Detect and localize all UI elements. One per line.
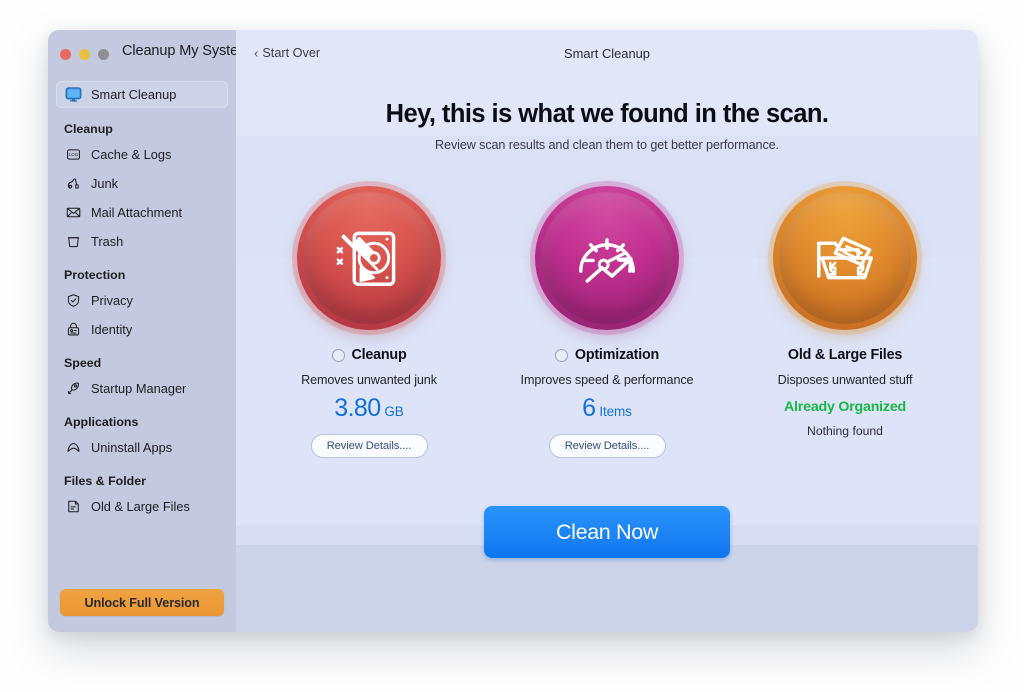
sidebar-item-label: Cache & Logs <box>91 147 172 162</box>
unlock-full-version-button[interactable]: Unlock Full Version <box>60 589 224 616</box>
card-optimization: Optimization Improves speed & performanc… <box>488 186 726 458</box>
trash-icon <box>64 232 83 251</box>
cleanup-metric-unit: GB <box>384 404 404 419</box>
main-content: ‹ Start Over Smart Cleanup Hey, this is … <box>236 30 978 632</box>
sidebar-group-title-speed: Speed <box>64 356 102 370</box>
sidebar-item-uninstall-apps[interactable]: Uninstall Apps <box>56 434 228 461</box>
zoom-button[interactable] <box>98 49 109 60</box>
log-file-icon: LOG <box>64 145 83 164</box>
clean-now-button[interactable]: Clean Now <box>484 506 730 558</box>
sidebar-item-startup-manager[interactable]: Startup Manager <box>56 375 228 402</box>
page-title: Smart Cleanup <box>564 45 650 61</box>
cleanup-title: Cleanup <box>351 347 407 363</box>
id-lock-icon <box>64 320 83 339</box>
sidebar-item-label: Junk <box>91 176 119 191</box>
old-large-files-status-detail: Nothing found <box>807 424 883 438</box>
cleanup-description: Removes unwanted junk <box>301 373 437 387</box>
sidebar-group-title-cleanup: Cleanup <box>64 122 113 136</box>
disk-broom-icon <box>328 217 410 299</box>
document-icon <box>64 497 83 516</box>
cleanup-review-details-button[interactable]: Review Details.... <box>310 434 428 458</box>
result-cards: Cleanup Removes unwanted junk 3.80 GB Re… <box>236 186 978 458</box>
optimization-description: Improves speed & performance <box>520 373 694 387</box>
sidebar-item-identity[interactable]: Identity <box>56 316 228 343</box>
sidebar-item-label: Smart Cleanup <box>91 87 177 102</box>
optimization-checkbox[interactable] <box>554 348 568 362</box>
cleanup-metric: 3.80 GB <box>334 394 404 422</box>
sidebar-item-label: Old & Large Files <box>91 499 190 514</box>
sidebar: Cleanup My System Smart Cleanup Cleanup … <box>48 30 250 632</box>
sidebar-item-mail-attachment[interactable]: Mail Attachment <box>56 199 228 226</box>
optimization-metric: 6 Items <box>582 396 632 421</box>
card-cleanup: Cleanup Removes unwanted junk 3.80 GB Re… <box>250 186 488 458</box>
sidebar-group-title-protection: Protection <box>64 268 126 282</box>
screenshot-root: Cleanup My System Smart Cleanup Cleanup … <box>0 0 1024 692</box>
optimization-review-details-button[interactable]: Review Details.... <box>548 434 666 458</box>
optimization-metric-value: 6 <box>582 394 596 422</box>
sidebar-item-label: Trash <box>91 234 124 249</box>
sidebar-item-cache-and-logs[interactable]: LOG Cache & Logs <box>56 141 228 168</box>
chevron-up-outline-icon <box>64 438 83 457</box>
old-large-files-status-badge: Already Organized <box>784 399 906 415</box>
subheadline: Review scan results and clean them to ge… <box>435 138 779 152</box>
sidebar-item-label: Identity <box>91 322 133 337</box>
start-over-label: Start Over <box>262 46 321 60</box>
sidebar-item-privacy[interactable]: Privacy <box>56 287 228 314</box>
sidebar-item-label: Startup Manager <box>91 381 187 396</box>
headline: Hey, this is what we found in the scan. <box>385 100 829 128</box>
sidebar-group-title-applications: Applications <box>64 415 139 429</box>
chevron-left-icon: ‹ <box>254 45 259 60</box>
optimization-badge <box>535 186 679 330</box>
optimization-metric-unit: Items <box>599 404 632 419</box>
old-large-files-card-header: Old & Large Files <box>788 347 902 363</box>
svg-text:LOG: LOG <box>69 152 79 157</box>
old-large-files-badge <box>773 186 917 330</box>
speedometer-arrow-icon <box>566 217 648 299</box>
close-button[interactable] <box>60 49 71 60</box>
monitor-icon <box>64 85 83 104</box>
optimization-title: Optimization <box>574 347 660 363</box>
sidebar-item-label: Uninstall Apps <box>91 440 173 455</box>
optimization-card-header: Optimization <box>554 347 660 363</box>
shield-check-icon <box>64 291 83 310</box>
envelope-icon <box>64 203 83 222</box>
sidebar-item-old-and-large-files[interactable]: Old & Large Files <box>56 493 228 520</box>
sidebar-item-smart-cleanup[interactable]: Smart Cleanup <box>56 81 228 108</box>
start-over-button[interactable]: ‹ Start Over <box>252 44 322 62</box>
cleanup-card-header: Cleanup <box>331 347 407 363</box>
sidebar-group-title-files-and-folder: Files & Folder <box>64 474 146 488</box>
cleanup-checkbox[interactable] <box>331 348 345 362</box>
action-footer: Clean Now <box>236 458 978 632</box>
minimize-button[interactable] <box>79 49 90 60</box>
rocket-icon <box>64 379 83 398</box>
app-window: Cleanup My System Smart Cleanup Cleanup … <box>48 30 978 632</box>
old-large-files-description: Disposes unwanted stuff <box>777 373 913 387</box>
cleanup-badge <box>297 186 441 330</box>
sidebar-item-trash[interactable]: Trash <box>56 228 228 255</box>
old-large-files-title: Old & Large Files <box>787 347 903 363</box>
toolbar: ‹ Start Over Smart Cleanup <box>236 30 978 76</box>
sidebar-nav: Smart Cleanup Cleanup LOG Cache & Logs J… <box>48 81 236 522</box>
app-title: Cleanup My System <box>122 43 251 59</box>
sidebar-item-label: Privacy <box>91 293 133 308</box>
sidebar-item-label: Mail Attachment <box>91 205 183 220</box>
sidebar-item-junk[interactable]: Junk <box>56 170 228 197</box>
cleanup-metric-value: 3.80 <box>334 394 381 422</box>
vacuum-icon <box>64 174 83 193</box>
folder-resize-icon <box>804 217 886 299</box>
card-old-large-files: Old & Large Files Disposes unwanted stuf… <box>726 186 964 438</box>
